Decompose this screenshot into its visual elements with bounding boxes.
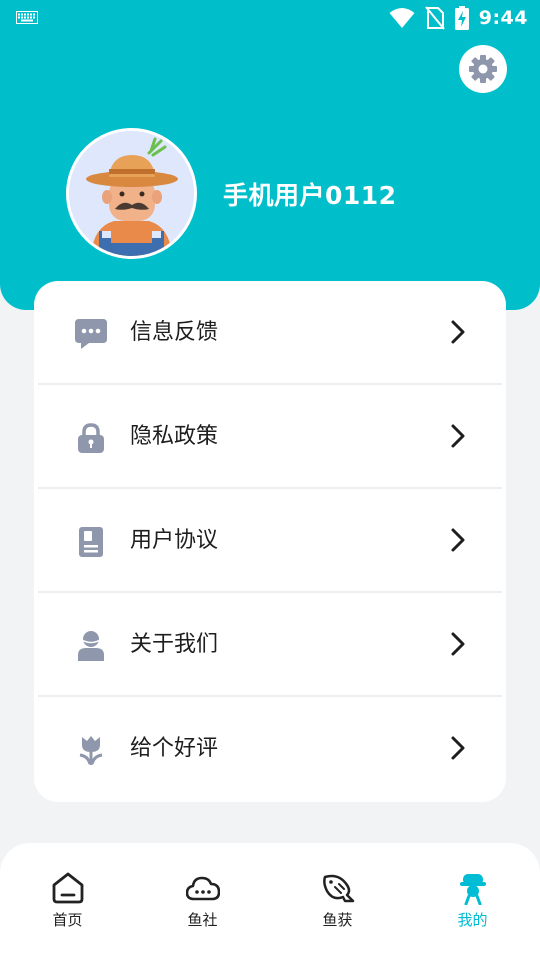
home-icon	[52, 872, 83, 904]
status-bar: 9:44	[0, 0, 540, 36]
chevron-right-icon	[451, 424, 465, 448]
avatar[interactable]	[66, 128, 197, 259]
profile-icon	[459, 874, 486, 905]
tulip-icon	[74, 733, 108, 767]
settings-button[interactable]	[459, 45, 507, 93]
menu-item-privacy-policy[interactable]: 隐私政策	[34, 385, 506, 489]
tab-home[interactable]: 首页	[0, 843, 135, 960]
no-sim-icon	[424, 6, 445, 30]
wifi-icon	[389, 8, 415, 28]
chevron-right-icon	[451, 320, 465, 344]
document-icon	[74, 525, 108, 559]
tab-catch[interactable]: 鱼获	[270, 843, 405, 960]
username: 手机用户0112	[223, 181, 397, 210]
chevron-right-icon	[451, 528, 465, 552]
chevron-right-icon	[451, 632, 465, 656]
keyboard-icon	[16, 11, 38, 24]
menu-item-label: 隐私政策	[130, 424, 219, 449]
menu-item-user-agreement[interactable]: 用户协议	[34, 489, 506, 593]
tab-mine[interactable]: 我的	[405, 843, 540, 960]
tab-fish-community[interactable]: 鱼社	[135, 843, 270, 960]
tab-label: 鱼获	[322, 911, 353, 929]
tab-label: 首页	[52, 911, 83, 929]
chat-bubble-icon	[74, 317, 108, 351]
lock-icon	[74, 421, 108, 455]
fish-icon	[322, 874, 354, 903]
menu-item-label: 关于我们	[130, 632, 219, 657]
menu-item-label: 给个好评	[130, 736, 219, 761]
menu-item-rate-us[interactable]: 给个好评	[34, 697, 506, 801]
tab-label: 鱼社	[187, 911, 218, 929]
menu-item-label: 用户协议	[130, 528, 219, 553]
chevron-right-icon	[451, 736, 465, 760]
menu-card: 信息反馈 隐私政策 用户协议 关于我们 给个好评	[34, 281, 506, 802]
menu-item-feedback[interactable]: 信息反馈	[34, 281, 506, 385]
tab-label: 我的	[457, 911, 488, 929]
status-time: 9:44	[478, 7, 528, 29]
bottom-tab-bar: 首页 鱼社 鱼获 我的	[0, 843, 540, 960]
menu-item-label: 信息反馈	[130, 320, 219, 345]
gear-icon	[469, 55, 497, 83]
menu-item-about-us[interactable]: 关于我们	[34, 593, 506, 697]
battery-charging-icon	[454, 6, 469, 30]
profile-header: 9:44 手机用户0112	[0, 0, 540, 310]
farmer-avatar-image	[69, 131, 194, 256]
person-icon	[74, 629, 108, 663]
cloud-chat-icon	[185, 876, 220, 901]
